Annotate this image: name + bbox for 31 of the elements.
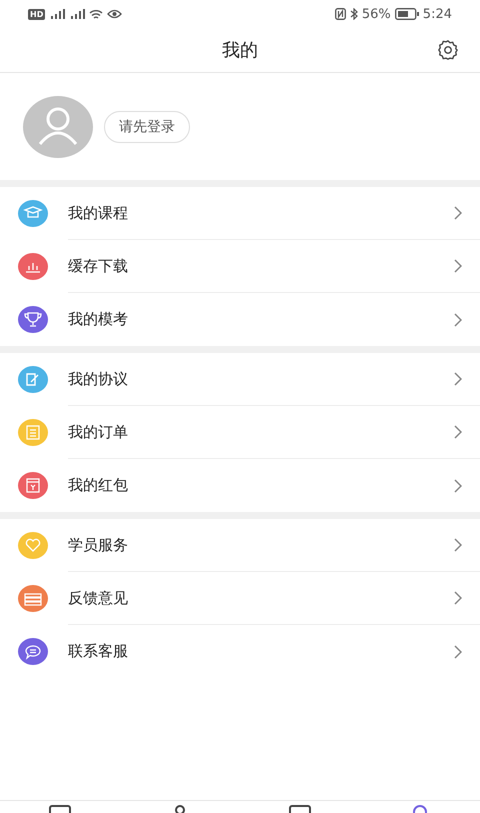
- nfc-icon: [334, 8, 346, 20]
- menu-item[interactable]: 反馈意见: [0, 572, 480, 625]
- battery-percent: 56%: [362, 6, 391, 22]
- eye-icon: [107, 9, 122, 19]
- settings-icon[interactable]: [437, 39, 459, 61]
- login-button[interactable]: 请先登录: [104, 110, 190, 142]
- menu-item[interactable]: 联系客服: [0, 625, 480, 678]
- signal-icon: [69, 9, 86, 19]
- chevron-right-icon: [454, 372, 462, 386]
- clock: 5:24: [422, 6, 452, 22]
- chevron-right-icon: [454, 206, 462, 220]
- chevron-right-icon: [454, 259, 462, 273]
- chevron-right-icon: [454, 425, 462, 439]
- menu-item[interactable]: 缓存下载: [0, 240, 480, 293]
- chevron-right-icon: [454, 478, 462, 492]
- bluetooth-icon: [350, 8, 358, 20]
- chevron-right-icon: [454, 538, 462, 552]
- menu-item[interactable]: 学员服务: [0, 519, 480, 572]
- chevron-right-icon: [454, 591, 462, 605]
- menu-item[interactable]: 我的订单: [0, 406, 480, 459]
- menu-item[interactable]: 我的课程: [0, 187, 480, 240]
- page-title: 我的: [222, 39, 258, 62]
- menu-item[interactable]: 我的红包: [0, 459, 480, 512]
- menu-item[interactable]: 我的模考: [0, 293, 480, 346]
- chevron-right-icon: [454, 644, 462, 658]
- signal-icon: [49, 9, 66, 19]
- battery-icon: [394, 8, 419, 20]
- wifi-icon: [89, 8, 104, 20]
- menu-item[interactable]: 我的协议: [0, 353, 480, 406]
- chevron-right-icon: [454, 312, 462, 326]
- hd-badge: HD: [28, 8, 46, 20]
